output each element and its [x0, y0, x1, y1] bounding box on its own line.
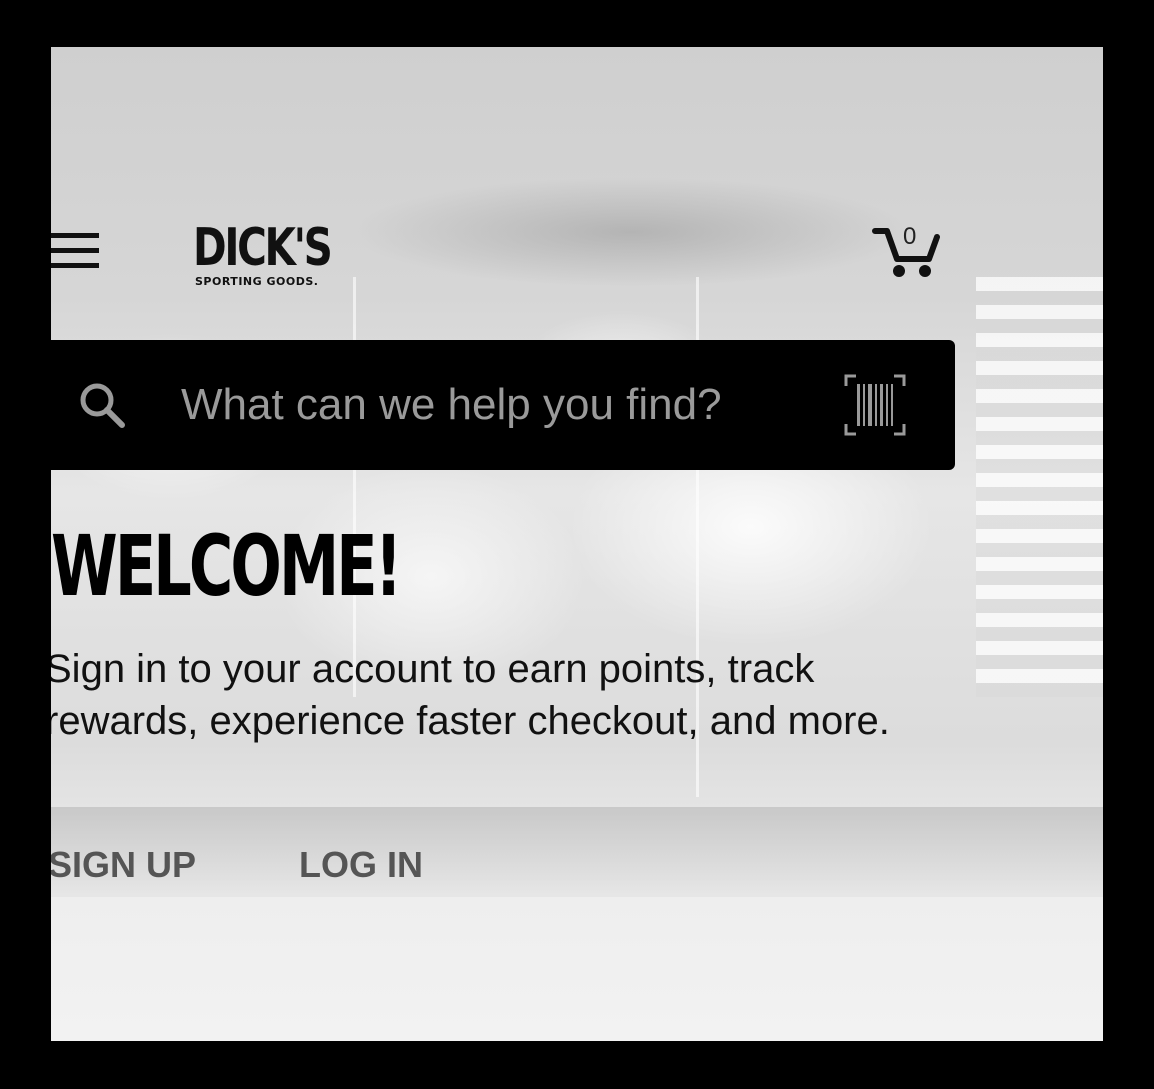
welcome-message: Sign in to your account to earn points, … — [51, 647, 890, 743]
sign-up-button[interactable]: SIGN UP — [51, 843, 196, 887]
brand-logo[interactable]: DICK'S SPORTING GOODS. — [193, 219, 349, 291]
background-photo-sky — [351, 177, 911, 287]
logo-tagline: SPORTING GOODS. — [195, 275, 319, 288]
cart-count-badge: 0 — [903, 223, 917, 250]
search-input[interactable]: What can we help you find? — [181, 376, 722, 434]
background-photo-glitch — [976, 277, 1103, 697]
app-screen: DICK'S SPORTING GOODS. 0 What can we hel… — [51, 47, 1103, 1041]
background-photo-field — [51, 807, 1103, 897]
search-bar[interactable]: What can we help you find? — [51, 340, 955, 470]
welcome-heading: WELCOME! — [51, 517, 402, 615]
cart-button[interactable]: 0 — [871, 223, 941, 279]
logo-wordmark: DICK'S — [193, 218, 333, 278]
barcode-scan-icon[interactable] — [844, 374, 906, 436]
log-in-button[interactable]: LOG IN — [299, 843, 423, 887]
menu-button[interactable] — [51, 233, 99, 269]
search-icon — [80, 383, 125, 428]
